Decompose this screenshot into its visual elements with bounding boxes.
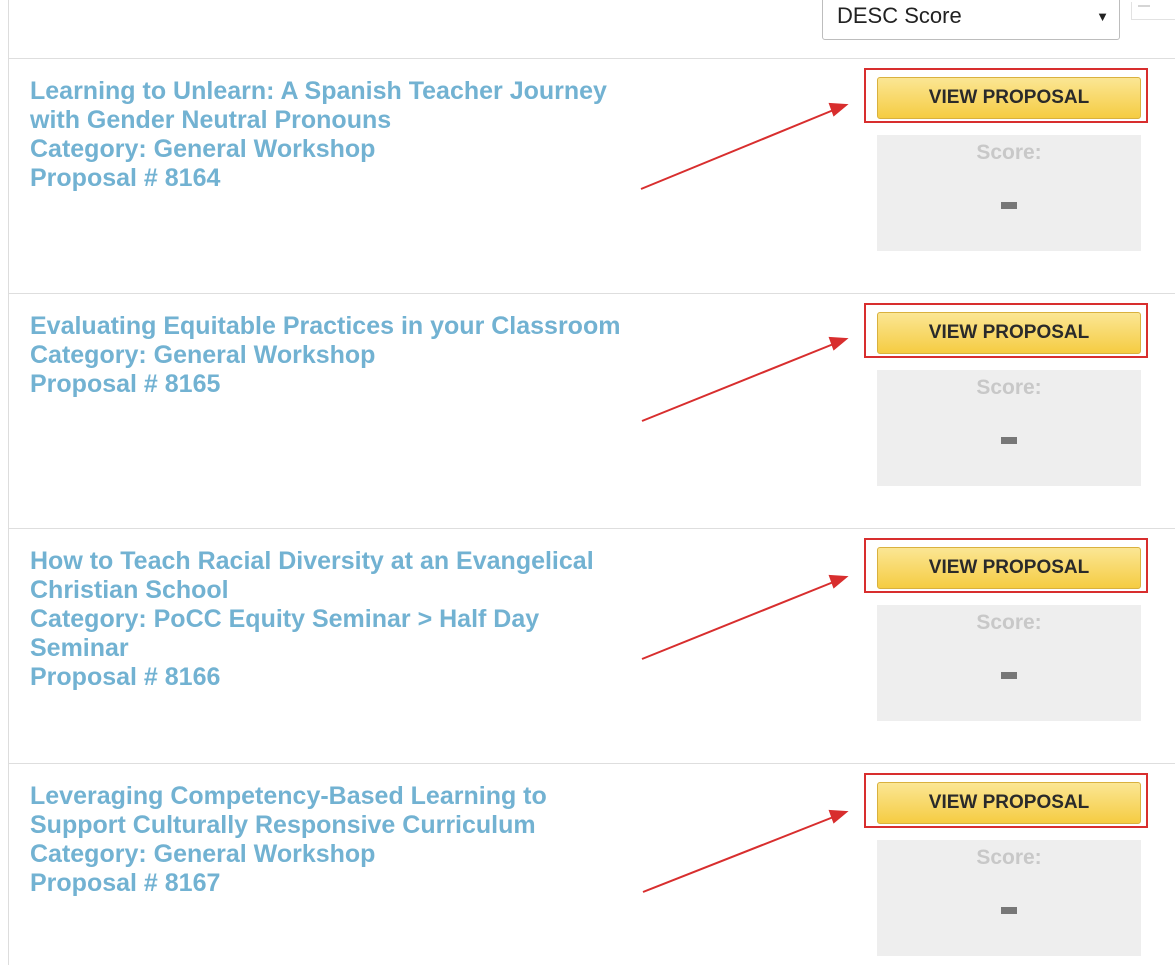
proposal-list-page: DESC Score ▼ Learning to Unlearn: A Span… <box>0 0 1175 965</box>
arrow-icon <box>640 102 849 190</box>
arrow-icon <box>641 574 849 660</box>
arrow-icon <box>641 336 849 422</box>
annotation-arrows <box>640 102 849 893</box>
arrow-icon <box>642 809 849 893</box>
